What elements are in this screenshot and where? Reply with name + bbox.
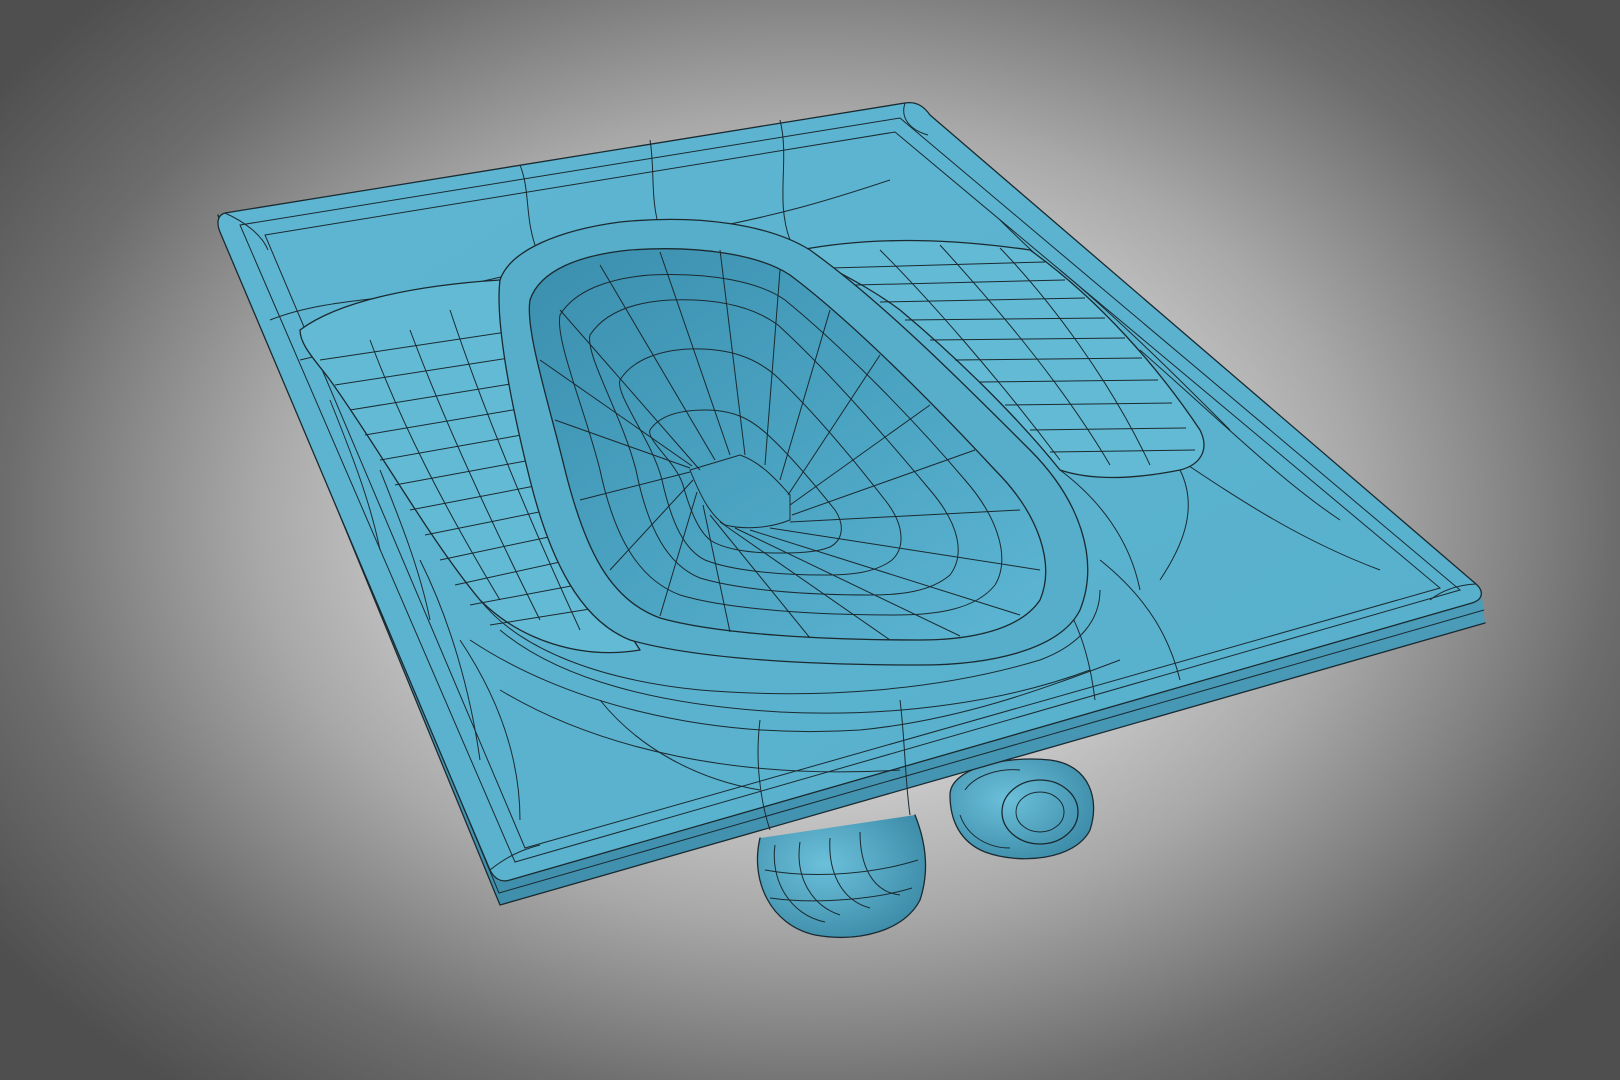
squat-toilet-model-icon bbox=[217, 102, 1486, 938]
drain-pipe bbox=[756, 814, 927, 938]
viewport-background bbox=[0, 0, 1620, 1080]
inlet-pipe bbox=[949, 758, 1095, 860]
